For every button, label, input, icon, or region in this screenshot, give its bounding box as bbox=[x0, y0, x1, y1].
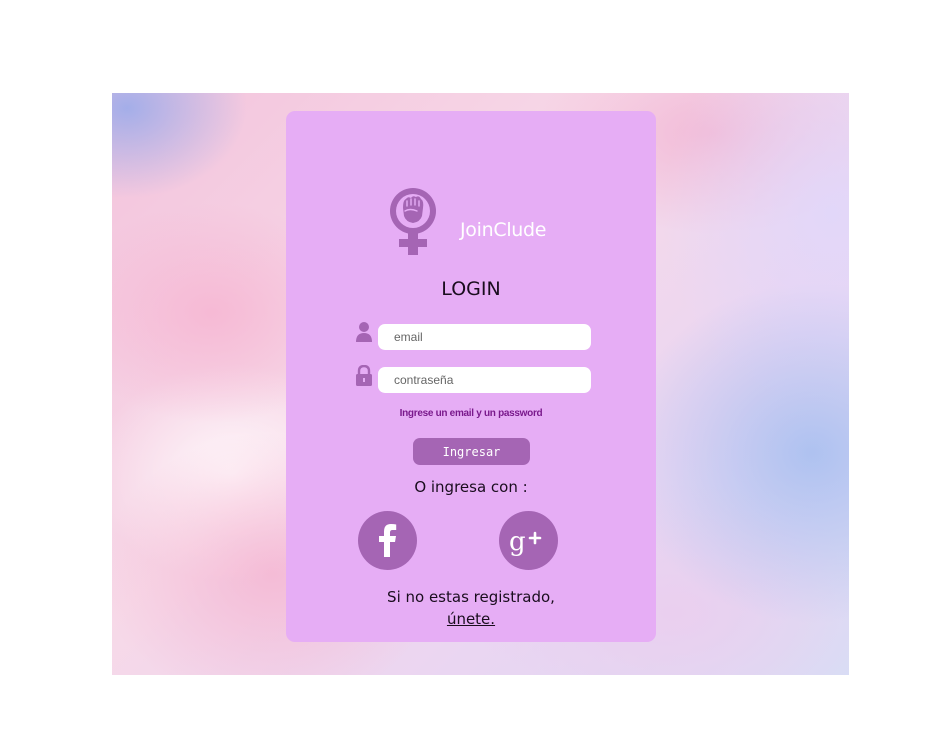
login-title: LOGIN bbox=[441, 278, 501, 300]
email-input[interactable] bbox=[378, 324, 591, 350]
login-card: JoinClude LOGIN Ingrese un email y un pa… bbox=[286, 111, 656, 642]
register-prompt: Si no estas registrado, únete. bbox=[286, 586, 656, 630]
brand-name: JoinClude bbox=[460, 219, 547, 241]
register-link[interactable]: únete. bbox=[447, 610, 495, 628]
google-plus-login-button[interactable]: g bbox=[499, 511, 558, 570]
register-text: Si no estas registrado, bbox=[387, 588, 555, 606]
password-input[interactable] bbox=[378, 367, 591, 393]
validation-hint: Ingrese un email y un password bbox=[399, 408, 543, 419]
user-icon bbox=[356, 322, 372, 342]
facebook-icon bbox=[379, 524, 397, 557]
lock-icon bbox=[356, 365, 372, 386]
submit-button[interactable]: Ingresar bbox=[413, 438, 530, 465]
svg-text:g: g bbox=[509, 527, 526, 557]
facebook-login-button[interactable] bbox=[358, 511, 417, 570]
social-login-label: O ingresa con : bbox=[414, 478, 528, 496]
feminist-fist-venus-icon bbox=[390, 188, 436, 255]
google-plus-icon: g bbox=[509, 527, 542, 557]
